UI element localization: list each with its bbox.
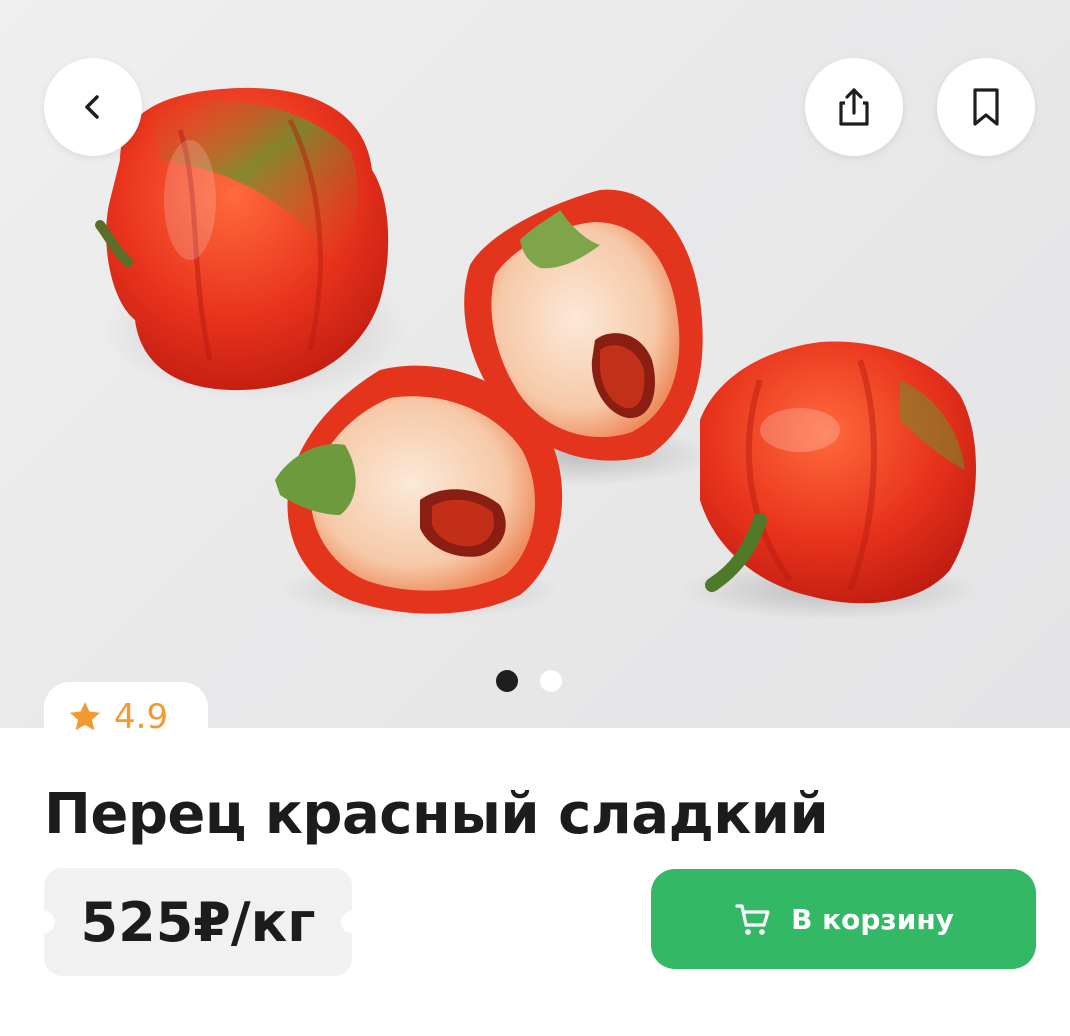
rating-badge: 4.9 xyxy=(44,682,208,752)
add-to-cart-button[interactable]: В корзину xyxy=(651,869,1036,969)
share-button[interactable] xyxy=(805,58,903,156)
product-title: Перец красный сладкий xyxy=(44,782,829,847)
gallery-dot-active[interactable] xyxy=(496,670,518,692)
back-button[interactable] xyxy=(44,58,142,156)
bookmark-icon xyxy=(973,88,999,126)
add-to-cart-label: В корзину xyxy=(791,902,954,936)
gallery-pagination xyxy=(496,670,562,692)
product-price: 525₽/кг xyxy=(80,890,316,954)
star-icon xyxy=(69,701,101,731)
bookmark-button[interactable] xyxy=(937,58,1035,156)
price-badge: 525₽/кг xyxy=(33,868,363,976)
gallery-dot[interactable] xyxy=(540,670,562,692)
share-icon xyxy=(839,88,869,126)
rating-value: 4.9 xyxy=(114,697,169,737)
cart-icon xyxy=(735,904,770,935)
product-photo xyxy=(95,87,980,620)
chevron-left-icon xyxy=(85,95,99,119)
product-image-gallery[interactable] xyxy=(0,0,1070,728)
